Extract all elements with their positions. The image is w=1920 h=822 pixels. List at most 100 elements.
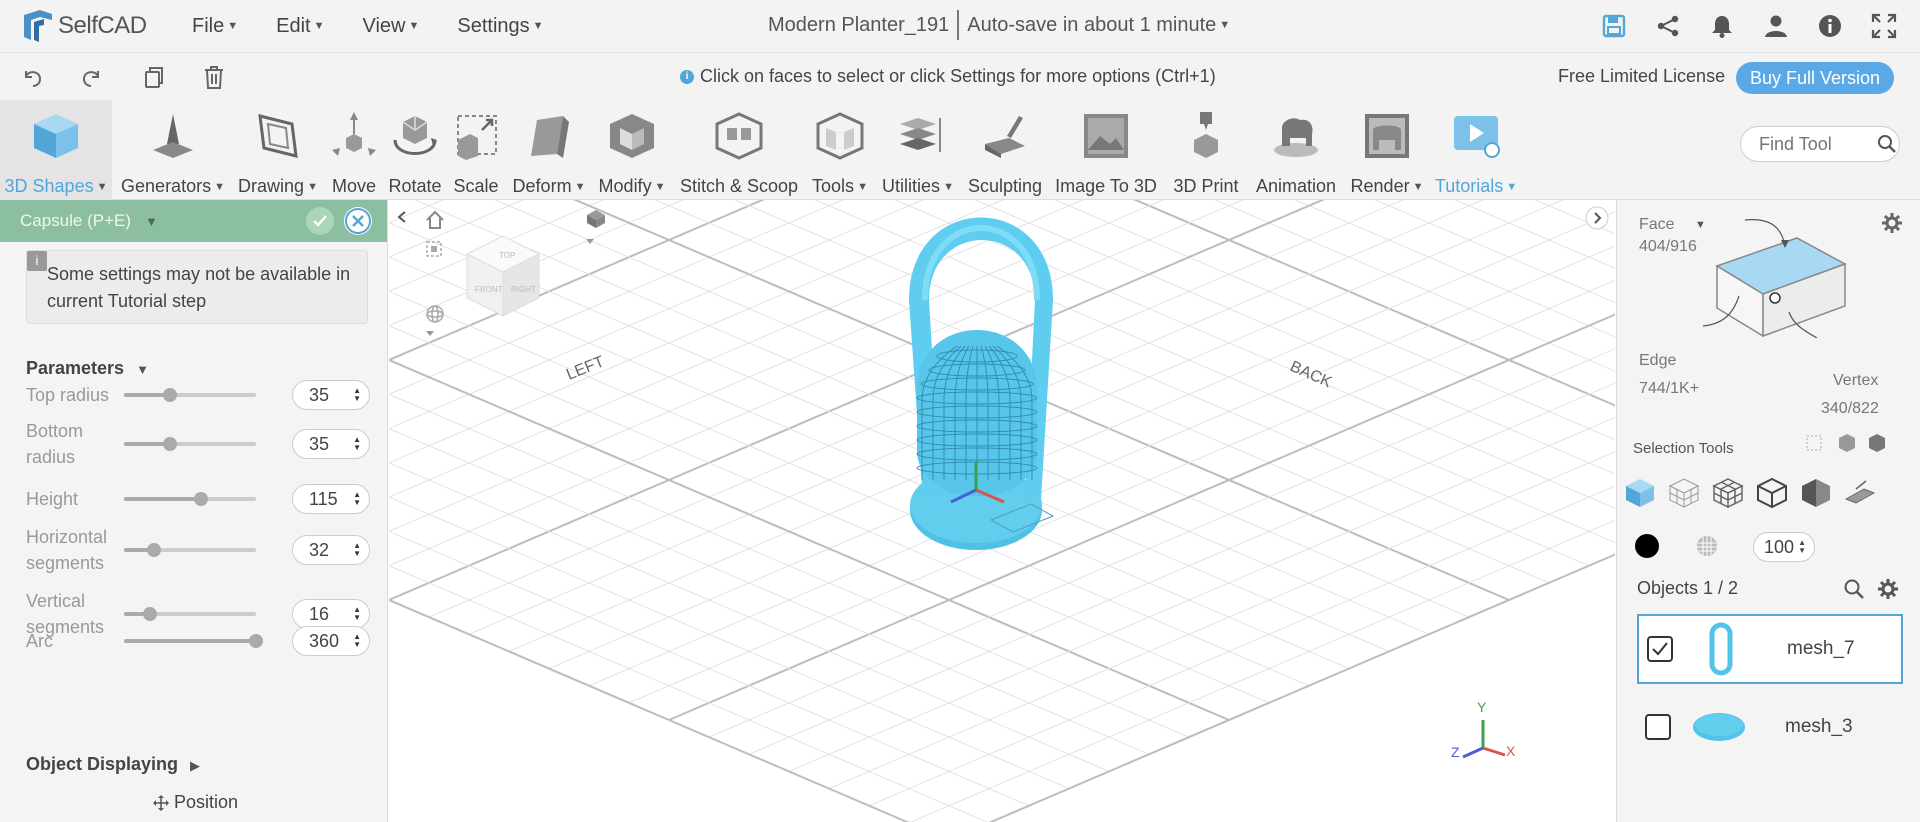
tool-drawing[interactable]: Drawing ▼ (236, 100, 320, 200)
parameter-value-input[interactable]: 16 ▲ ▼ (292, 599, 370, 629)
selection-tools-options[interactable] (1805, 432, 1895, 454)
chevron-down-icon[interactable]: ▼ (145, 214, 158, 229)
tool-3d-shapes[interactable]: 3D Shapes ▼ (0, 100, 112, 200)
parameter-slider[interactable] (124, 492, 256, 506)
color-picker-swatch[interactable] (1635, 534, 1659, 558)
stepper-arrows-icon[interactable]: ▲ ▼ (353, 491, 361, 507)
selection-mode-diagram[interactable] (1697, 218, 1857, 338)
tool-modify[interactable]: Modify ▼ (594, 100, 670, 200)
tool-scale[interactable]: Scale (448, 100, 504, 200)
collapse-left-icon[interactable] (395, 210, 419, 234)
slider-thumb[interactable] (193, 492, 208, 506)
collapse-right-icon[interactable] (1585, 206, 1609, 230)
slider-thumb[interactable] (163, 437, 178, 451)
parameter-slider[interactable] (124, 543, 256, 557)
tool-utilities[interactable]: Utilities ▼ (876, 100, 960, 200)
menu-edit[interactable]: Edit ▼ (276, 15, 324, 38)
material-texture-icon[interactable] (1695, 534, 1719, 558)
tool-sculpting[interactable]: Sculpting (964, 100, 1046, 200)
stepper-arrows-icon[interactable]: ▲ ▼ (353, 606, 361, 622)
tool-deform[interactable]: Deform ▼ (508, 100, 590, 200)
vertex-label[interactable]: Vertex (1833, 372, 1878, 390)
menu-view[interactable]: View ▼ (362, 15, 419, 38)
tool-rotate[interactable]: Rotate (386, 100, 444, 200)
parameter-value-input[interactable]: 360 ▲ ▼ (292, 626, 370, 656)
buy-full-version-button[interactable]: Buy Full Version (1736, 62, 1895, 94)
tool-tutorials[interactable]: Tutorials ▼ (1432, 100, 1520, 200)
delete-icon[interactable] (200, 63, 228, 91)
select-faces-tool[interactable] (1799, 476, 1833, 510)
parameter-slider[interactable] (124, 388, 256, 402)
scene-canvas[interactable]: LEFT BACK TOP FRONT RIGHT Y X Z (389, 200, 1615, 822)
parameters-section-title[interactable]: Parameters ▼ (26, 358, 149, 379)
stepper-arrows-icon[interactable]: ▲ ▼ (353, 387, 361, 403)
chevron-down-icon[interactable] (585, 236, 609, 260)
parameter-slider[interactable] (124, 437, 256, 451)
edge-label[interactable]: Edge (1639, 352, 1676, 370)
parameter-value-input[interactable]: 35 ▲ ▼ (292, 380, 370, 410)
menu-settings[interactable]: Settings ▼ (457, 15, 543, 38)
redo-icon[interactable] (78, 63, 106, 91)
slider-thumb[interactable] (249, 634, 263, 648)
slider-thumb[interactable] (143, 607, 158, 621)
app-logo[interactable]: SelfCAD (18, 7, 158, 45)
info-icon[interactable] (1814, 10, 1846, 42)
face-mode[interactable]: Face ▼ (1639, 216, 1706, 234)
opacity-input[interactable]: 100 ▲ ▼ (1753, 532, 1815, 562)
object-row-mesh-3[interactable]: mesh_3 (1637, 692, 1903, 762)
share-icon[interactable] (1652, 10, 1684, 42)
view-mode-icon[interactable] (585, 208, 609, 232)
find-tool-input[interactable] (1759, 133, 1877, 155)
tool-image-to-3d[interactable]: Image To 3D (1050, 100, 1162, 200)
planter-model[interactable] (909, 217, 1055, 551)
undo-icon[interactable] (18, 63, 46, 91)
select-edges-tool[interactable] (1755, 476, 1789, 510)
bell-icon[interactable] (1706, 10, 1738, 42)
chevron-down-icon[interactable]: ▼ (1219, 19, 1230, 31)
select-plane-tool[interactable] (1843, 476, 1877, 510)
close-button[interactable] (344, 207, 372, 235)
tool-tools[interactable]: Tools ▼ (808, 100, 872, 200)
slider-thumb[interactable] (163, 388, 178, 402)
home-icon[interactable] (425, 210, 449, 234)
autosave-status[interactable]: Auto-save in about 1 minute (967, 14, 1216, 37)
tool-move[interactable]: Move (326, 100, 382, 200)
document-title[interactable]: Modern Planter_191 (768, 14, 949, 37)
menu-file[interactable]: File ▼ (192, 15, 238, 38)
tool-generators[interactable]: Generators ▼ (118, 100, 228, 200)
search-icon[interactable] (1877, 134, 1897, 154)
tool-3d-print[interactable]: 3D Print (1166, 100, 1246, 200)
3d-viewport[interactable]: LEFT BACK TOP FRONT RIGHT Y X Z (389, 200, 1615, 822)
select-wireframe-tool[interactable] (1711, 476, 1745, 510)
object-displaying-section-title[interactable]: Object Displaying ▶ (26, 754, 200, 775)
parameter-slider[interactable] (124, 634, 263, 648)
select-mesh-tool[interactable] (1667, 476, 1701, 510)
fit-view-icon[interactable] (425, 240, 449, 264)
fullscreen-icon[interactable] (1868, 10, 1900, 42)
confirm-button[interactable] (306, 207, 334, 235)
visibility-checkbox[interactable] (1645, 714, 1671, 740)
gear-icon[interactable] (1877, 578, 1899, 600)
parameter-value-input[interactable]: 35 ▲ ▼ (292, 429, 370, 459)
stepper-arrows-icon[interactable]: ▲ ▼ (353, 633, 361, 649)
object-row-mesh-7[interactable]: mesh_7 (1637, 614, 1903, 684)
chevron-down-icon[interactable] (425, 328, 449, 352)
save-icon[interactable] (1598, 10, 1630, 42)
parameter-value-input[interactable]: 32 ▲ ▼ (292, 535, 370, 565)
settings-gear-icon[interactable] (1881, 212, 1903, 234)
slider-thumb[interactable] (147, 543, 162, 557)
find-tool-search[interactable] (1740, 126, 1900, 162)
visibility-checkbox[interactable] (1647, 636, 1673, 662)
tool-stitch-scoop[interactable]: Stitch & Scoop (674, 100, 804, 200)
search-icon[interactable] (1843, 578, 1865, 600)
user-icon[interactable] (1760, 10, 1792, 42)
parameter-value-input[interactable]: 115 ▲ ▼ (292, 484, 370, 514)
stepper-arrows-icon[interactable]: ▲ ▼ (353, 542, 361, 558)
parameter-slider[interactable] (124, 607, 256, 621)
select-object-tool[interactable] (1623, 476, 1657, 510)
orbit-icon[interactable] (425, 304, 449, 328)
stepper-arrows-icon[interactable]: ▲ ▼ (353, 436, 361, 452)
position-section[interactable]: Position (152, 792, 238, 813)
tool-animation[interactable]: Animation (1250, 100, 1342, 200)
stepper-arrows-icon[interactable]: ▲ ▼ (1798, 539, 1806, 555)
